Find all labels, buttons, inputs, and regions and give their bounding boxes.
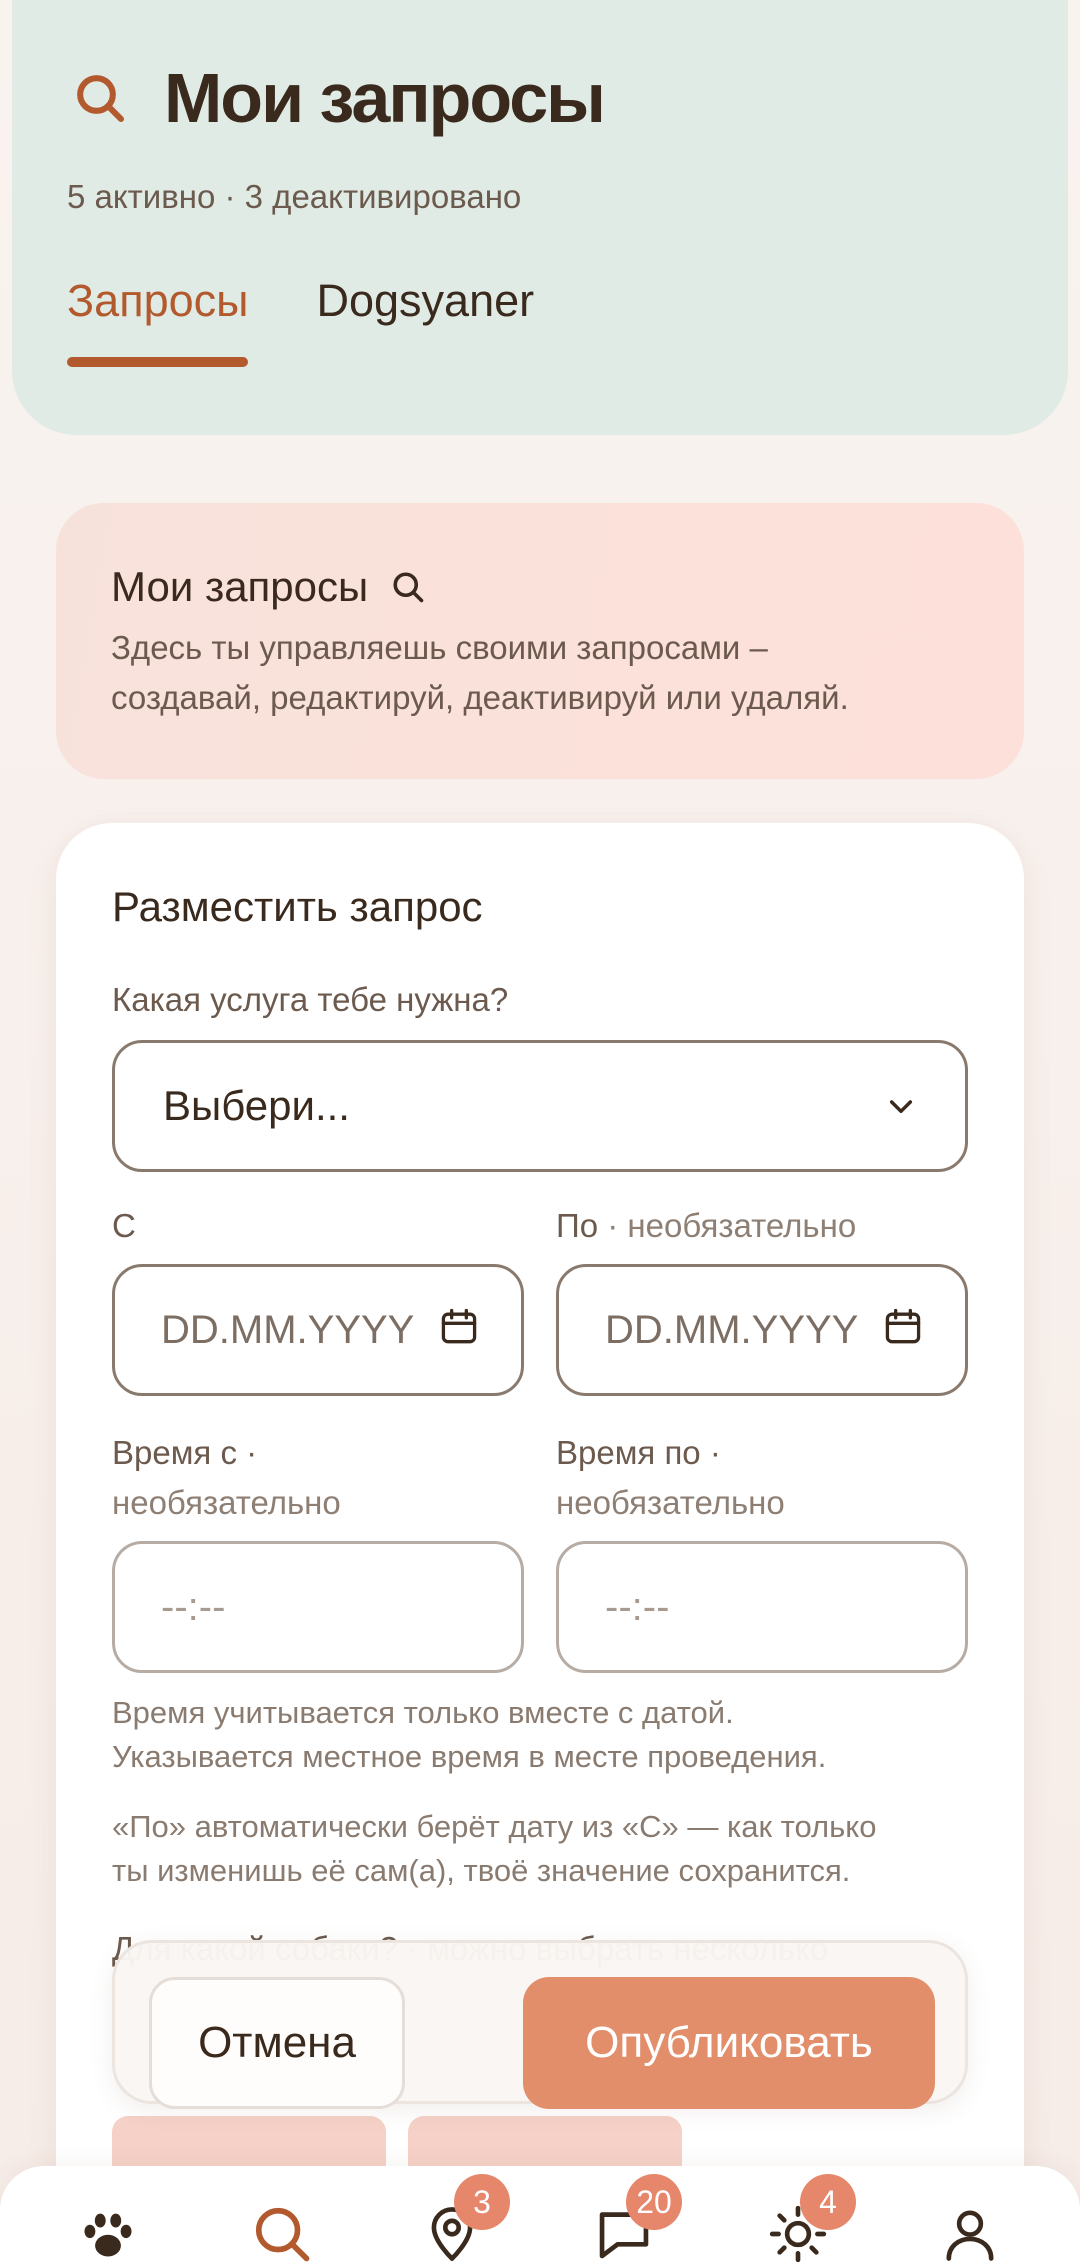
form-title: Разместить запрос (112, 883, 483, 930)
optional-hint: необязательно (112, 1484, 341, 1521)
cancel-button[interactable]: Отмена (149, 1977, 405, 2109)
time-note: Время учитывается только вместе с датой.… (112, 1691, 992, 1779)
info-text-line: создавай, редактируй, деактивируй или уд… (111, 679, 849, 716)
calendar-icon[interactable] (437, 1305, 481, 1349)
nav-item-paw[interactable] (68, 2194, 148, 2268)
header-title-row: Мои запросы (72, 58, 606, 138)
date-from-placeholder: DD.MM.YYYY (161, 1307, 415, 1352)
info-card: Мои запросы Здесь ты управляешь своими з… (56, 503, 1024, 779)
service-label: Какая услуга тебе нужна? (112, 981, 509, 1018)
tab-requests[interactable]: Запросы (67, 275, 249, 367)
date-to-input[interactable]: DD.MM.YYYY (556, 1264, 968, 1396)
action-bar: Отмена Опубликовать (112, 1940, 968, 2109)
time-from-label-text: Время с · (112, 1434, 258, 1471)
chevron-down-icon (889, 1100, 913, 1114)
time-to-input[interactable]: --:-- (556, 1541, 968, 1673)
date-note-line: «По» автоматически берёт дату из «С» — к… (112, 1809, 877, 1844)
service-select-value: Выбери... (163, 1082, 350, 1129)
optional-hint: необязательно (556, 1484, 785, 1521)
time-from-input[interactable]: --:-- (112, 1541, 524, 1673)
date-to-placeholder: DD.MM.YYYY (605, 1307, 859, 1352)
paw-icon (84, 2213, 132, 2257)
calendar-icon[interactable] (881, 1305, 925, 1349)
search-icon (77, 75, 125, 123)
date-from-input[interactable]: DD.MM.YYYY (112, 1264, 524, 1396)
page-subtitle: 5 активно · 3 деактивировано (67, 178, 522, 215)
date-note: «По» автоматически берёт дату из «С» — к… (112, 1805, 992, 1893)
chat-badge: 20 (626, 2174, 682, 2230)
date-to-label: По · необязательно (556, 1201, 856, 1251)
map-badge: 3 (454, 2174, 510, 2230)
profile-icon (946, 2210, 994, 2261)
date-to-label-text: По (556, 1207, 599, 1244)
time-from-placeholder: --:-- (161, 1584, 226, 1629)
page-title: Мои запросы (164, 59, 606, 137)
time-note-line: Указывается местное время в месте провед… (112, 1739, 827, 1774)
optional-hint: · необязательно (607, 1207, 857, 1244)
app-root: Мои запросы 5 активно · 3 деактивировано… (0, 0, 1080, 2268)
nav-item-search[interactable] (242, 2194, 322, 2268)
nav-item-map[interactable]: 3 (412, 2174, 510, 2268)
date-note-line: ты изменишь её сам(а), твоё значение сох… (112, 1853, 851, 1888)
bottom-nav: 3 20 4 (0, 2166, 1080, 2268)
search-icon (255, 2207, 310, 2262)
publish-button[interactable]: Опубликовать (523, 1977, 935, 2109)
nav-item-sun[interactable]: 4 (758, 2174, 856, 2268)
info-text-line: Здесь ты управляешь своими запросами – (111, 629, 768, 666)
time-to-label-text: Время по · (556, 1434, 721, 1471)
info-title-row: Мои запросы (111, 563, 969, 611)
time-to-placeholder: --:-- (605, 1584, 670, 1629)
sun-badge: 4 (800, 2174, 856, 2230)
service-select[interactable]: Выбери... (112, 1040, 968, 1172)
date-from-label: С (112, 1207, 136, 1244)
info-text: Здесь ты управляешь своими запросами – с… (111, 623, 969, 723)
nav-item-chat[interactable]: 20 (584, 2174, 682, 2268)
header: Мои запросы 5 активно · 3 деактивировано… (12, 0, 1068, 435)
info-title: Мои запросы (111, 563, 369, 610)
search-icon (393, 572, 424, 603)
tab-dogsyaner[interactable]: Dogsyaner (316, 275, 534, 367)
time-to-label: Время по · необязательно (556, 1428, 785, 1528)
nav-item-profile[interactable] (930, 2194, 1010, 2268)
time-from-label: Время с · необязательно (112, 1428, 341, 1528)
tabs: Запросы Dogsyaner (67, 275, 534, 367)
time-note-line: Время учитывается только вместе с датой. (112, 1695, 734, 1730)
